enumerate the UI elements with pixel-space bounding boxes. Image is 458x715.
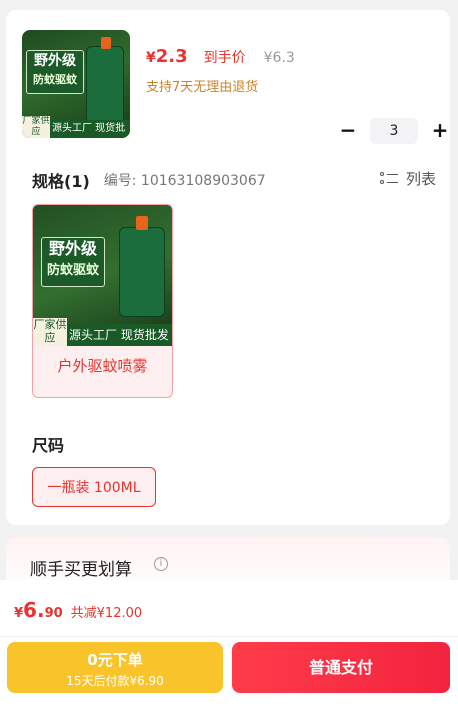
spec-header: 规格(1) 编号: 10163108903067 列表 [32,168,436,192]
size-option[interactable]: 一瓶装 100ML [32,467,156,507]
checkout-footer: ¥ 6. 90 共减¥12.00 0元下单 15天后付款¥6.90 普通支付 [0,580,458,715]
price-label: 到手价 [203,50,246,66]
quantity-stepper: − 3 + [336,118,452,144]
normal-pay-button[interactable]: 普通支付 [232,642,450,693]
original-price: ¥6.3 [263,50,295,66]
spec-title: 规格(1) [32,172,90,191]
list-view-toggle[interactable]: 列表 [379,168,436,189]
refund-policy: 支持7天无理由退货 [146,80,259,95]
bottle-image [119,216,165,317]
thumb-title: 野外级 防蚊驱蚊 [26,50,84,94]
total-saving: 共减¥12.00 [70,606,143,621]
thumb-banner: 厂家供应 源头工厂 现货批发 [22,116,130,138]
final-price: 2.3 [155,46,188,67]
bottle-image [86,37,124,126]
divider [0,636,458,637]
variant-image: 野外级 防蚊驱蚊 厂家供应 源头工厂 现货批发 [33,205,172,346]
plus-button[interactable]: + [428,119,452,143]
variant-option[interactable]: 野外级 防蚊驱蚊 厂家供应 源头工厂 现货批发 户外驱蚊喷雾 [32,204,173,398]
addon-title: 顺手买更划算 [30,560,132,580]
quantity-input[interactable]: 3 [370,118,418,144]
spec-number: 编号: 10163108903067 [103,173,266,189]
sku-sheet: 野外级 防蚊驱蚊 厂家供应 源头工厂 现货批发 ¥2.3 到手价 ¥6.3 支持… [6,10,450,525]
list-icon [379,171,398,187]
minus-button[interactable]: − [336,119,360,143]
price-row: ¥2.3 到手价 ¥6.3 [146,46,295,67]
product-thumbnail[interactable]: 野外级 防蚊驱蚊 厂家供应 源头工厂 现货批发 [22,30,130,138]
size-title: 尺码 [32,436,65,455]
pay-later-button[interactable]: 0元下单 15天后付款¥6.90 [7,642,223,693]
info-icon[interactable]: i [154,557,168,571]
total-price: ¥ 6. 90 共减¥12.00 [14,598,143,622]
variant-label: 户外驱蚊喷雾 [57,357,148,375]
